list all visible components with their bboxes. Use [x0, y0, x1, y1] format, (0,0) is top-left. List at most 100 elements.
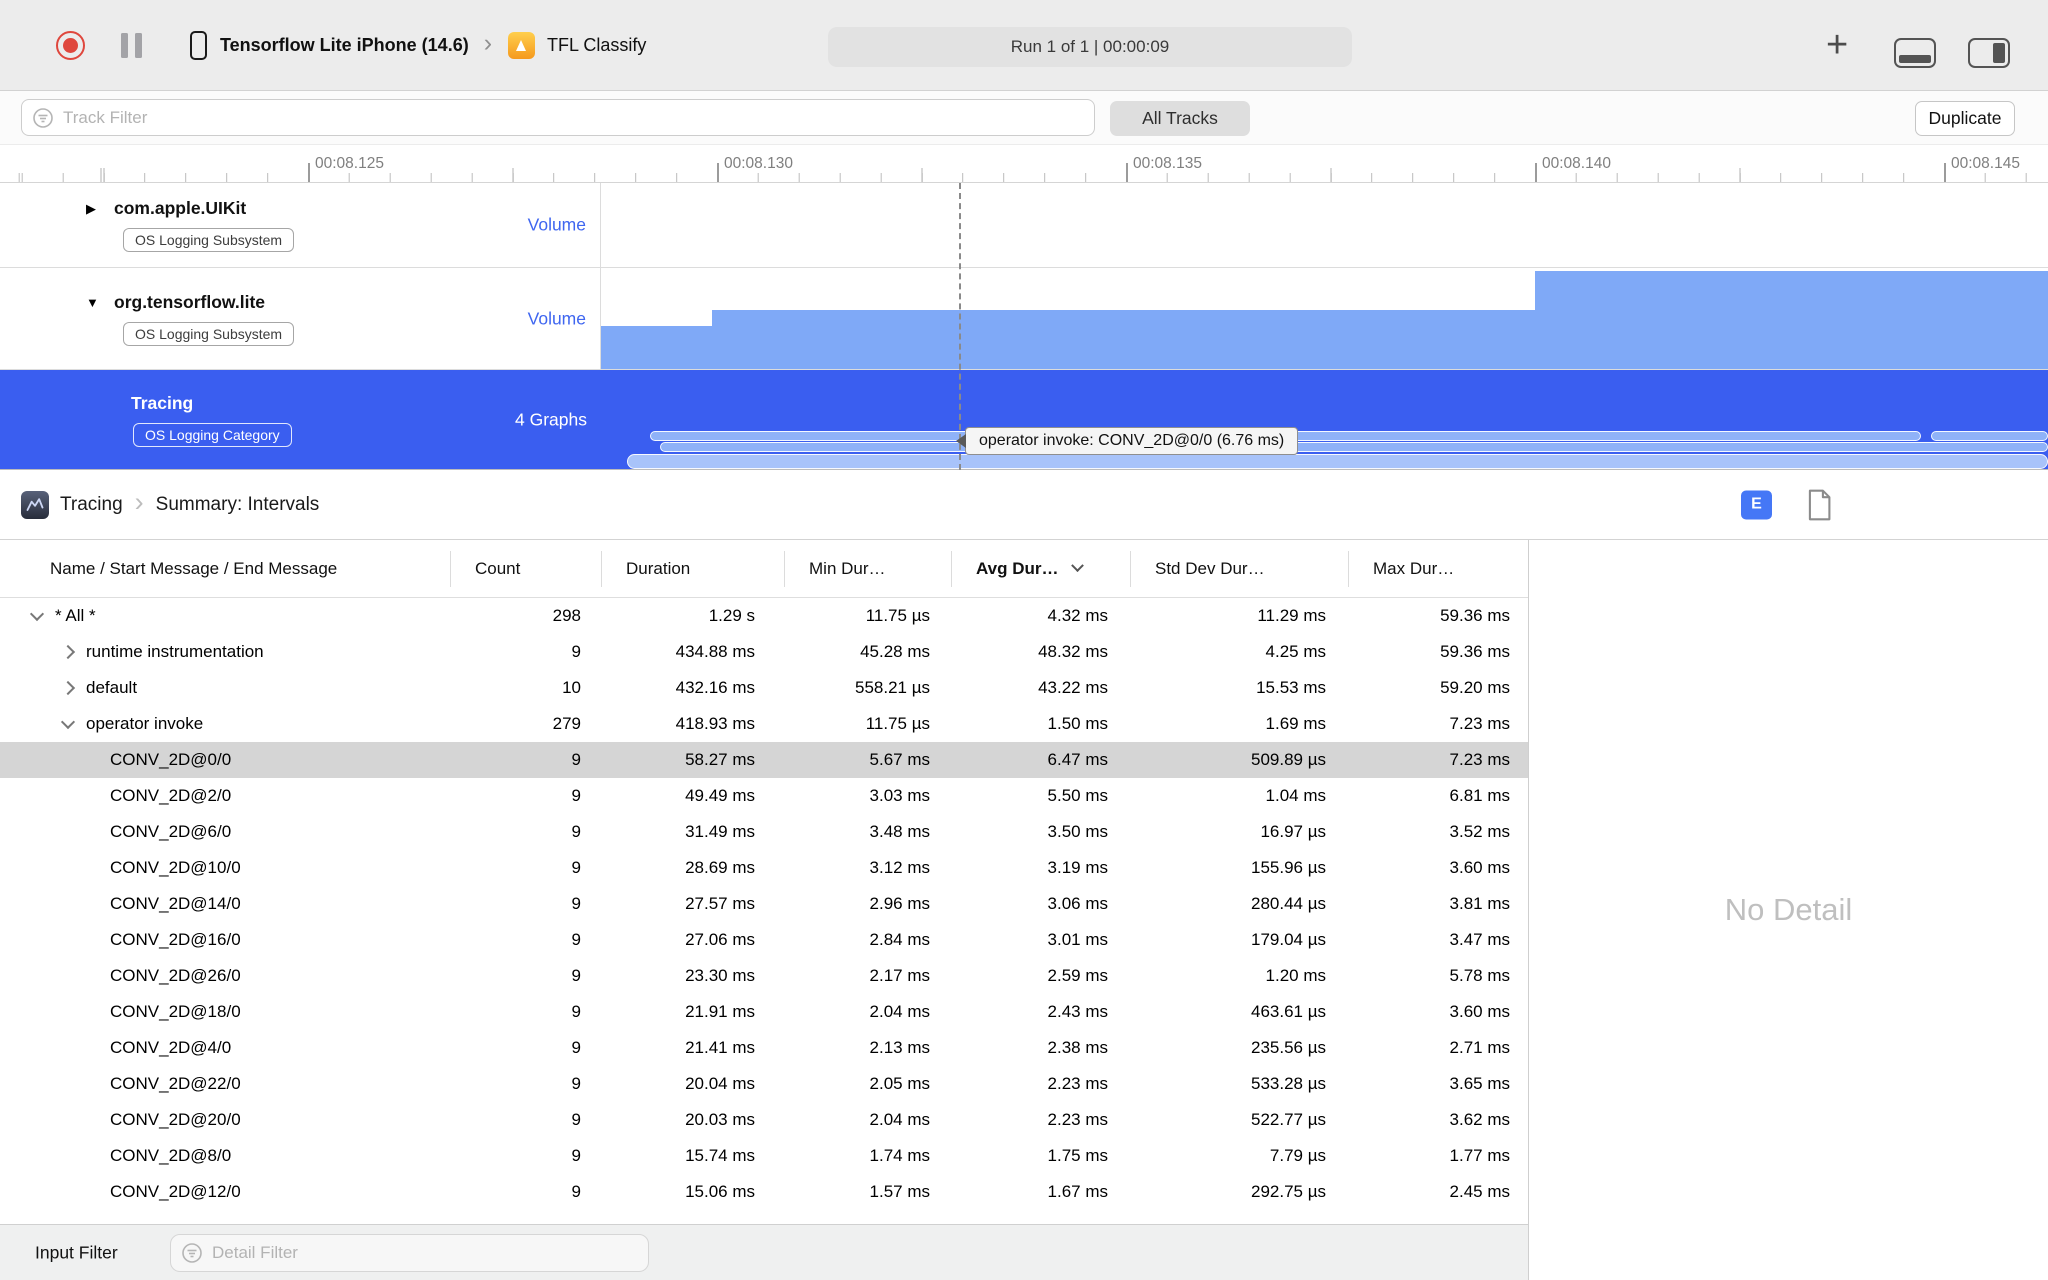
cell-count: 9 [571, 894, 581, 913]
track-uikit[interactable]: ▶ com.apple.UIKit OS Logging Subsystem V… [0, 183, 2048, 268]
column-header-name[interactable]: Name / Start Message / End Message [0, 551, 450, 587]
ruler-tick-label: 00:08.140 [1535, 145, 1611, 182]
track-detail-selector[interactable]: Volume [528, 215, 586, 236]
column-header-std-dev-dur[interactable]: Std Dev Dur… [1130, 550, 1348, 587]
cell-count: 10 [562, 678, 581, 697]
all-tracks-button[interactable]: All Tracks [1110, 101, 1250, 136]
table-row[interactable]: CONV_2D@6/0 9 31.49 ms 3.48 ms 3.50 ms 1… [0, 814, 1528, 850]
cell-avg-dur: 2.23 ms [1047, 1110, 1108, 1129]
table-row[interactable]: default 10 432.16 ms 558.21 µs 43.22 ms … [0, 670, 1528, 706]
cell-count: 9 [571, 750, 581, 769]
cell-name: CONV_2D@16/0 [0, 930, 450, 950]
column-header-min-dur[interactable]: Min Dur… [784, 550, 951, 587]
device-selector[interactable]: Tensorflow Lite iPhone (14.6) [220, 35, 469, 56]
track-tensorflow-graph[interactable] [601, 268, 2048, 369]
table-row[interactable]: CONV_2D@4/0 9 21.41 ms 2.13 ms 2.38 ms 2… [0, 1030, 1528, 1066]
track-uikit-graph[interactable] [601, 183, 2048, 267]
ruler-tick-label: 00:08.135 [1126, 145, 1202, 182]
track-tracing-selected[interactable]: Tracing OS Logging Category 4 Graphs [0, 370, 2048, 470]
track-filter-input[interactable] [63, 107, 1094, 128]
cell-min-dur: 11.75 µs [865, 714, 930, 733]
cell-std-dev-dur: 280.44 µs [1250, 894, 1326, 913]
table-row[interactable]: CONV_2D@10/0 9 28.69 ms 3.12 ms 3.19 ms … [0, 850, 1528, 886]
input-filter-label[interactable]: Input Filter [35, 1242, 118, 1263]
column-header-duration[interactable]: Duration [601, 550, 784, 587]
table-row[interactable]: CONV_2D@16/0 9 27.06 ms 2.84 ms 3.01 ms … [0, 922, 1528, 958]
cell-min-dur: 2.13 ms [869, 1038, 930, 1057]
track-name: com.apple.UIKit [114, 198, 247, 218]
duplicate-button[interactable]: Duplicate [1915, 101, 2015, 136]
interval-capsule[interactable] [627, 454, 2048, 469]
cell-name: default [0, 678, 450, 698]
breadcrumb-view[interactable]: Summary: Intervals [156, 494, 320, 516]
target-app-selector[interactable]: TFL Classify [547, 35, 646, 56]
cell-max-dur: 3.65 ms [1449, 1074, 1510, 1093]
cell-duration: 49.49 ms [685, 786, 755, 805]
cell-count: 9 [571, 642, 581, 661]
row-name-text: CONV_2D@6/0 [110, 822, 232, 841]
table-row[interactable]: * All * 298 1.29 s 11.75 µs 4.32 ms 11.2… [0, 598, 1528, 634]
playhead-line[interactable] [959, 183, 961, 470]
cell-avg-dur: 3.50 ms [1047, 822, 1108, 841]
cell-avg-dur: 6.47 ms [1047, 750, 1108, 769]
breadcrumb-instrument[interactable]: Tracing [60, 494, 123, 516]
disclosure-expanded-icon[interactable]: ▼ [86, 295, 105, 310]
track-detail-selector[interactable]: Volume [528, 308, 586, 329]
disclosure-collapsed-icon[interactable]: ▶ [86, 201, 105, 217]
track-detail-selector[interactable]: 4 Graphs [515, 409, 587, 430]
column-header-count[interactable]: Count [450, 550, 601, 587]
volume-area-segment [601, 326, 712, 369]
track-tensorflow[interactable]: ▼ org.tensorflow.lite OS Logging Subsyst… [0, 268, 2048, 370]
document-icon[interactable] [1806, 489, 1832, 521]
cell-name: CONV_2D@18/0 [0, 1002, 450, 1022]
ruler-tick-label: 00:08.125 [308, 145, 384, 182]
table-body: * All * 298 1.29 s 11.75 µs 4.32 ms 11.2… [0, 598, 1528, 1210]
volume-area-segment [712, 310, 1535, 369]
table-row[interactable]: CONV_2D@8/0 9 15.74 ms 1.74 ms 1.75 ms 7… [0, 1138, 1528, 1174]
cell-count: 298 [552, 606, 581, 625]
cell-std-dev-dur: 7.79 µs [1269, 1146, 1326, 1165]
cell-duration: 1.29 s [708, 606, 755, 625]
detail-filter-field[interactable] [170, 1234, 649, 1272]
pause-button[interactable] [121, 32, 142, 58]
track-filter-field[interactable] [21, 99, 1095, 136]
column-header-avg-dur[interactable]: Avg Dur… [951, 550, 1130, 587]
cell-avg-dur: 48.32 ms [1038, 642, 1108, 661]
row-name-text: CONV_2D@0/0 [110, 750, 232, 769]
cell-name: CONV_2D@20/0 [0, 1110, 450, 1130]
column-header-max-dur[interactable]: Max Dur… [1348, 550, 1528, 587]
cell-std-dev-dur: 522.77 µs [1250, 1110, 1326, 1129]
cell-duration: 15.74 ms [685, 1146, 755, 1165]
table-row[interactable]: CONV_2D@12/0 9 15.06 ms 1.57 ms 1.67 ms … [0, 1174, 1528, 1210]
track-uikit-label: ▶ com.apple.UIKit OS Logging Subsystem V… [0, 183, 601, 267]
ruler-tick-label: 00:08.145 [1944, 145, 2020, 182]
detail-filter-input[interactable] [212, 1243, 648, 1263]
cell-std-dev-dur: 1.20 ms [1265, 966, 1326, 985]
table-row[interactable]: CONV_2D@18/0 9 21.91 ms 2.04 ms 2.43 ms … [0, 994, 1528, 1030]
interval-capsule[interactable] [660, 442, 2048, 452]
timeline-ruler[interactable]: 00:08.125 00:08.130 00:08.135 00:08.140 00:0… [0, 144, 2048, 183]
extended-detail-button[interactable]: E [1741, 490, 1772, 519]
interval-capsule[interactable] [1931, 431, 2048, 441]
cell-avg-dur: 43.22 ms [1038, 678, 1108, 697]
table-row[interactable]: CONV_2D@20/0 9 20.03 ms 2.04 ms 2.23 ms … [0, 1102, 1528, 1138]
table-row[interactable]: CONV_2D@14/0 9 27.57 ms 2.96 ms 3.06 ms … [0, 886, 1528, 922]
cell-name: runtime instrumentation [0, 642, 450, 662]
table-row[interactable]: CONV_2D@22/0 9 20.04 ms 2.05 ms 2.23 ms … [0, 1066, 1528, 1102]
track-tracing-graph[interactable] [601, 370, 2048, 469]
record-button[interactable] [56, 30, 85, 60]
table-row[interactable]: operator invoke 279 418.93 ms 11.75 µs 1… [0, 706, 1528, 742]
cell-avg-dur: 5.50 ms [1047, 786, 1108, 805]
table-row[interactable]: CONV_2D@0/0 9 58.27 ms 5.67 ms 6.47 ms 5… [0, 742, 1528, 778]
table-row[interactable]: CONV_2D@26/0 9 23.30 ms 2.17 ms 2.59 ms … [0, 958, 1528, 994]
app-icon [508, 31, 536, 59]
add-instrument-button[interactable]: + [1826, 26, 1848, 64]
cell-avg-dur: 2.59 ms [1047, 966, 1108, 985]
table-row[interactable]: CONV_2D@2/0 9 49.49 ms 3.03 ms 5.50 ms 1… [0, 778, 1528, 814]
table-row[interactable]: runtime instrumentation 9 434.88 ms 45.2… [0, 634, 1528, 670]
cell-avg-dur: 3.01 ms [1047, 930, 1108, 949]
cell-count: 9 [571, 1110, 581, 1129]
toggle-bottom-pane-button[interactable] [1894, 38, 1936, 68]
cell-max-dur: 59.36 ms [1440, 606, 1510, 625]
toggle-right-pane-button[interactable] [1968, 38, 2010, 68]
